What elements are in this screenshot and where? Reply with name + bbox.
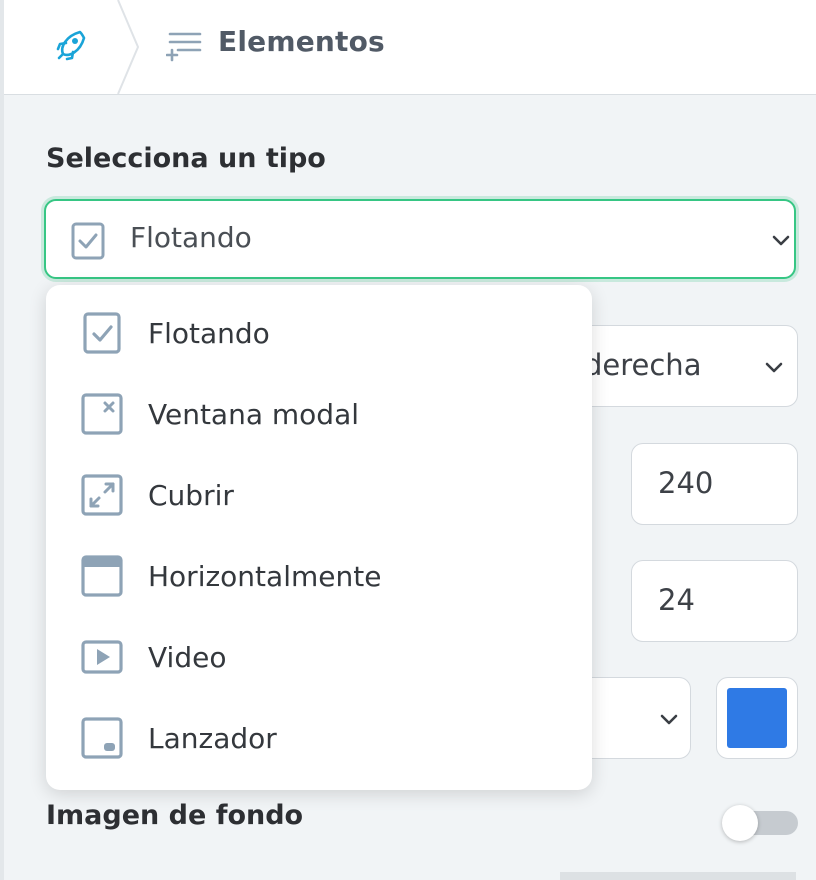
menu-item-ventana-modal[interactable]: Ventana modal <box>46 374 592 454</box>
chevron-down-icon <box>660 714 678 725</box>
toggle-knob <box>722 805 758 841</box>
panel-left-edge <box>0 0 4 880</box>
breadcrumb-separator <box>117 0 140 94</box>
checkbox-icon <box>71 222 105 260</box>
checkbox-icon <box>83 312 121 354</box>
elements-list-icon <box>166 32 202 62</box>
breadcrumb: Elementos <box>4 0 816 95</box>
menu-item-label: Ventana modal <box>148 398 360 431</box>
type-dropdown-menu: Flotando Ventana modal Cubrir Horizontal… <box>46 285 592 790</box>
menu-item-label: Flotando <box>148 317 270 350</box>
type-select-value: Flotando <box>130 221 252 254</box>
menu-item-flotando[interactable]: Flotando <box>46 293 592 373</box>
horizontal-bar-icon <box>81 555 123 597</box>
menu-item-horizontalmente[interactable]: Horizontalmente <box>46 536 592 616</box>
radius-input-value: 24 <box>658 583 695 617</box>
launcher-icon <box>81 717 123 759</box>
width-input-value: 240 <box>658 466 714 500</box>
background-image-toggle[interactable] <box>722 805 798 841</box>
page-title: Elementos <box>218 25 385 58</box>
menu-item-lanzador[interactable]: Lanzador <box>46 698 592 778</box>
expand-icon <box>81 474 123 516</box>
menu-item-label: Cubrir <box>148 479 234 512</box>
menu-item-video[interactable]: Video <box>46 617 592 697</box>
modal-close-icon <box>81 393 123 435</box>
width-input[interactable]: 240 <box>631 443 798 525</box>
chevron-down-icon <box>765 362 783 373</box>
rocket-logo-icon[interactable] <box>52 25 92 65</box>
next-control-edge <box>560 872 796 880</box>
menu-item-label: Horizontalmente <box>148 560 382 593</box>
type-label: Selecciona un tipo <box>46 143 326 174</box>
chevron-down-icon <box>772 235 790 246</box>
menu-item-label: Video <box>148 641 227 674</box>
video-play-icon <box>81 640 123 674</box>
color-swatch <box>727 688 787 748</box>
radius-input[interactable]: 24 <box>631 560 798 642</box>
menu-item-cubrir[interactable]: Cubrir <box>46 455 592 535</box>
background-image-label: Imagen de fondo <box>46 800 304 831</box>
color-picker[interactable] <box>716 677 798 759</box>
menu-item-label: Lanzador <box>148 722 277 755</box>
type-select[interactable]: Flotando <box>44 199 796 279</box>
